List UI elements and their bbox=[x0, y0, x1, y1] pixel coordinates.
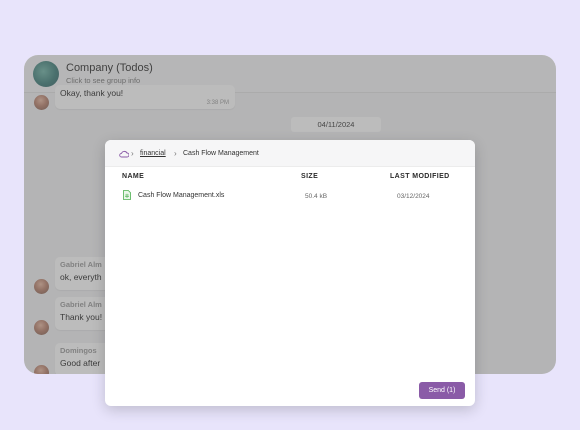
chevron-right-icon: › bbox=[131, 149, 134, 158]
chevron-right-icon: › bbox=[174, 149, 177, 158]
file-name[interactable]: Cash Flow Management.xls bbox=[138, 192, 224, 199]
breadcrumb-item-current: Cash Flow Management bbox=[183, 150, 259, 157]
spreadsheet-file-icon bbox=[123, 190, 131, 200]
file-modified: 03/12/2024 bbox=[397, 193, 430, 200]
breadcrumb-item-financial[interactable]: financial bbox=[140, 150, 166, 157]
file-row[interactable]: Cash Flow Management.xls 50.4 kB 03/12/2… bbox=[105, 188, 475, 204]
breadcrumb: › financial › Cash Flow Management bbox=[105, 140, 475, 167]
column-header-name[interactable]: NAME bbox=[122, 173, 144, 180]
file-size: 50.4 kB bbox=[305, 193, 328, 200]
send-button[interactable]: Send (1) bbox=[419, 382, 465, 399]
file-picker-dialog: › financial › Cash Flow Management NAME … bbox=[105, 140, 475, 406]
column-header-size[interactable]: SIZE bbox=[301, 173, 318, 180]
column-header-modified[interactable]: LAST MODIFIED bbox=[390, 173, 450, 180]
cloud-icon[interactable] bbox=[119, 150, 129, 158]
